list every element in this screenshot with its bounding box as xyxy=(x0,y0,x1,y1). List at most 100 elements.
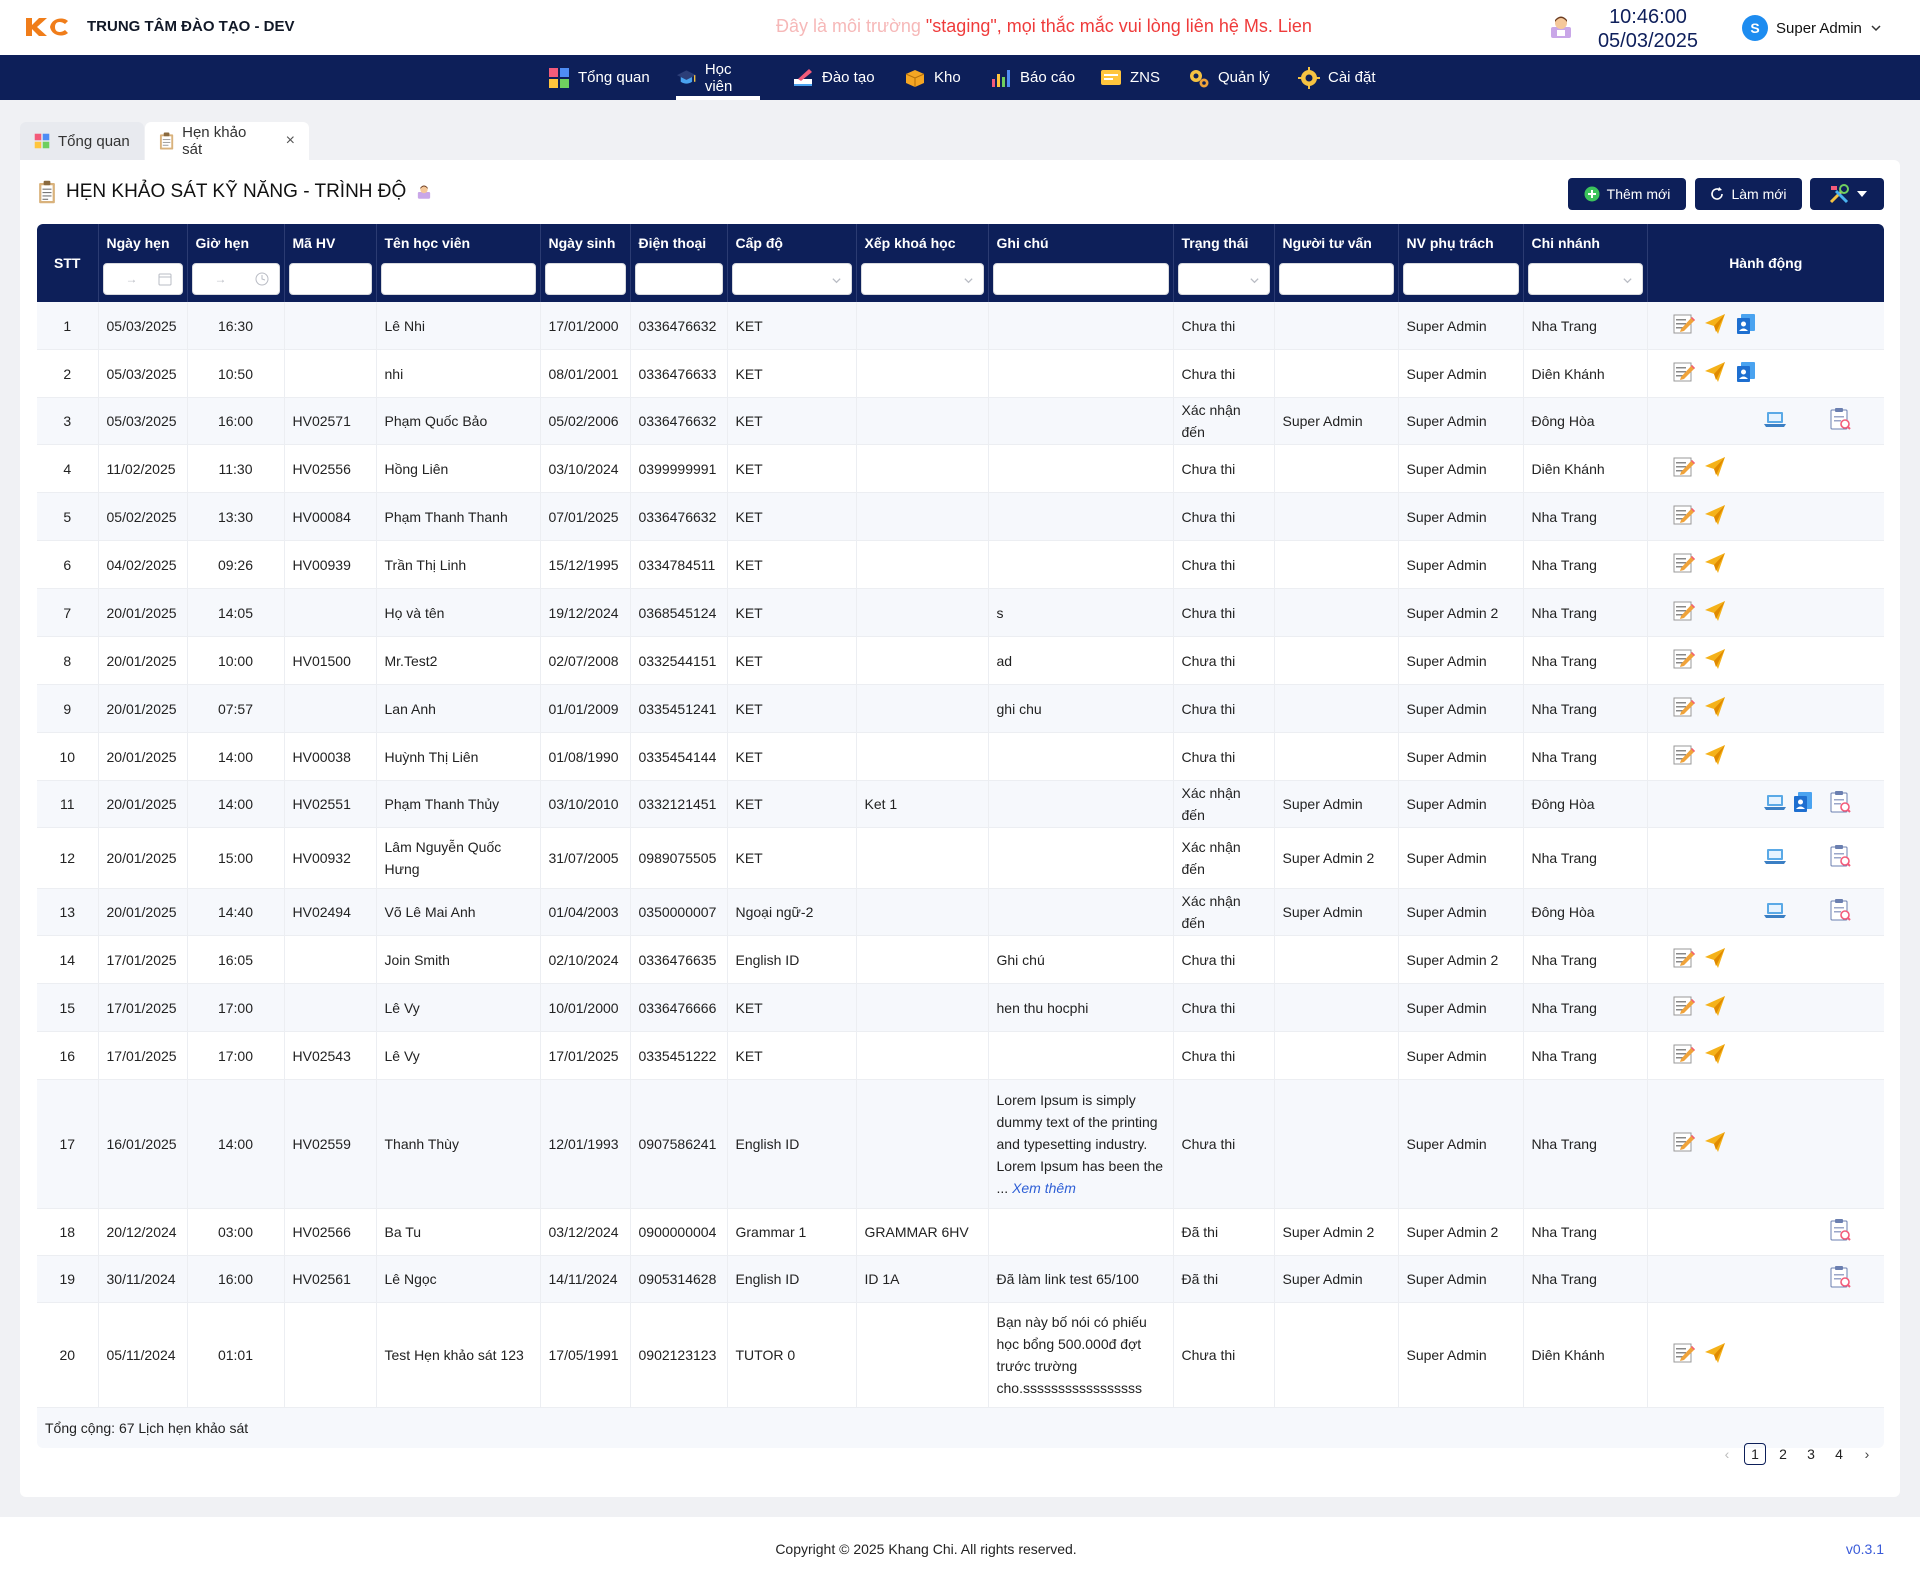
edit-icon[interactable] xyxy=(1672,599,1696,623)
date-range-filter[interactable]: → xyxy=(102,263,183,295)
send-icon[interactable] xyxy=(1703,551,1727,575)
edit-icon[interactable] xyxy=(1672,1130,1696,1154)
logo[interactable] xyxy=(24,16,72,38)
page-button[interactable]: 3 xyxy=(1800,1443,1822,1465)
table-row[interactable]: 18 20/12/2024 03:00 HV02566 Ba Tu 03/12/2024 0… xyxy=(37,1208,1884,1256)
send-icon[interactable] xyxy=(1703,743,1727,767)
table-row[interactable]: 14 17/01/2025 16:05 Join Smith 02/10/2024 033… xyxy=(37,935,1884,984)
edit-icon[interactable] xyxy=(1672,1341,1696,1365)
send-icon[interactable] xyxy=(1703,1042,1727,1066)
table-row[interactable]: 4 11/02/2025 11:30 HV02556 Hồng Liên 03/10/20… xyxy=(37,444,1884,493)
edit-icon[interactable] xyxy=(1672,994,1696,1018)
send-icon[interactable] xyxy=(1703,994,1727,1018)
table-row[interactable]: 15 17/01/2025 17:00 Lê Vy 10/01/2000 03364766… xyxy=(37,983,1884,1032)
dob-filter-input[interactable] xyxy=(544,263,626,295)
nav-item-zns[interactable]: ZNS xyxy=(1100,55,1160,100)
column-header-status[interactable]: Trạng thái xyxy=(1173,224,1275,262)
report-icon[interactable] xyxy=(1828,1265,1852,1289)
status-filter-select[interactable] xyxy=(1177,263,1270,295)
column-header-date[interactable]: Ngày hẹn xyxy=(98,224,188,262)
nav-item-overview[interactable]: Tổng quan xyxy=(548,55,650,100)
column-header-code[interactable]: Mã HV xyxy=(284,224,377,262)
consultant-filter-input[interactable] xyxy=(1278,263,1394,295)
assign-icon[interactable] xyxy=(1734,360,1758,384)
column-header-staff[interactable]: NV phụ trách xyxy=(1398,224,1524,262)
nav-item-training[interactable]: Đào tạo xyxy=(792,55,875,100)
table-row[interactable]: 13 20/01/2025 14:40 HV02494 Võ Lê Mai Anh 01/… xyxy=(37,888,1884,936)
assign-icon[interactable] xyxy=(1734,312,1758,336)
table-row[interactable]: 7 20/01/2025 14:05 Họ và tên 19/12/2024 03685… xyxy=(37,588,1884,637)
course-filter-select[interactable] xyxy=(860,263,984,295)
table-row[interactable]: 9 20/01/2025 07:57 Lan Anh 01/01/2009 0335451… xyxy=(37,684,1884,733)
send-icon[interactable] xyxy=(1703,695,1727,719)
refresh-button[interactable]: Làm mới xyxy=(1695,178,1802,210)
note-filter-input[interactable] xyxy=(992,263,1169,295)
edit-icon[interactable] xyxy=(1672,312,1696,336)
column-header-consultant[interactable]: Người tư vấn xyxy=(1274,224,1399,262)
column-header-course[interactable]: Xếp khoá học xyxy=(856,224,989,262)
table-row[interactable]: 20 05/11/2024 01:01 Test Hẹn khảo sát 123 17… xyxy=(37,1302,1884,1408)
column-header-level[interactable]: Cấp độ xyxy=(727,224,857,262)
page-button[interactable]: 1 xyxy=(1744,1443,1766,1465)
branch-filter-select[interactable] xyxy=(1527,263,1643,295)
table-row[interactable]: 11 20/01/2025 14:00 HV02551 Phạm Thanh Thủy 0… xyxy=(37,780,1884,828)
table-row[interactable]: 19 30/11/2024 16:00 HV02561 Lê Ngọc 14/11/202… xyxy=(37,1255,1884,1303)
edit-icon[interactable] xyxy=(1672,743,1696,767)
table-row[interactable]: 6 04/02/2025 09:26 HV00939 Trần Thị Linh 15/1… xyxy=(37,540,1884,589)
tab-survey-appointment[interactable]: Hẹn khảo sát × xyxy=(145,122,309,160)
table-row[interactable]: 17 16/01/2025 14:00 HV02559 Thanh Thùy 12/01/… xyxy=(37,1079,1884,1209)
table-row[interactable]: 10 20/01/2025 14:00 HV00038 Huỳnh Thị Liên 01… xyxy=(37,732,1884,781)
send-icon[interactable] xyxy=(1703,946,1727,970)
report-icon[interactable] xyxy=(1828,1218,1852,1242)
assign-icon[interactable] xyxy=(1791,790,1815,814)
column-header-phone[interactable]: Điện thoại xyxy=(630,224,728,262)
edit-icon[interactable] xyxy=(1672,1042,1696,1066)
edit-icon[interactable] xyxy=(1672,455,1696,479)
see-more-link[interactable]: Xem thêm xyxy=(1012,1180,1076,1196)
prev-page-button[interactable]: ‹ xyxy=(1716,1443,1738,1465)
table-row[interactable]: 5 05/02/2025 13:30 HV00084 Phạm Thanh Thanh 0… xyxy=(37,492,1884,541)
send-icon[interactable] xyxy=(1703,360,1727,384)
send-icon[interactable] xyxy=(1703,312,1727,336)
send-icon[interactable] xyxy=(1703,647,1727,671)
phone-filter-input[interactable] xyxy=(634,263,723,295)
nav-item-management[interactable]: Quản lý xyxy=(1188,55,1270,100)
page-button[interactable]: 2 xyxy=(1772,1443,1794,1465)
edit-icon[interactable] xyxy=(1672,551,1696,575)
edit-icon[interactable] xyxy=(1672,946,1696,970)
edit-icon[interactable] xyxy=(1672,647,1696,671)
edit-icon[interactable] xyxy=(1672,360,1696,384)
nav-item-settings[interactable]: Cài đặt xyxy=(1298,55,1376,100)
edit-icon[interactable] xyxy=(1672,503,1696,527)
column-header-name[interactable]: Tên học viên xyxy=(376,224,541,262)
time-range-filter[interactable]: → xyxy=(191,263,280,295)
report-icon[interactable] xyxy=(1828,898,1852,922)
name-filter-input[interactable] xyxy=(380,263,536,295)
table-row[interactable]: 1 05/03/2025 16:30 Lê Nhi 17/01/2000 03364766… xyxy=(37,302,1884,350)
table-row[interactable]: 8 20/01/2025 10:00 HV01500 Mr.Test2 02/07/200… xyxy=(37,636,1884,685)
staff-filter-input[interactable] xyxy=(1402,263,1519,295)
report-icon[interactable] xyxy=(1828,790,1852,814)
tools-dropdown-button[interactable] xyxy=(1810,178,1884,210)
column-header-dob[interactable]: Ngày sinh xyxy=(540,224,631,262)
notification-avatar-icon[interactable] xyxy=(1548,14,1574,40)
send-icon[interactable] xyxy=(1703,503,1727,527)
column-header-note[interactable]: Ghi chú xyxy=(988,224,1174,262)
tab-overview[interactable]: Tổng quan xyxy=(20,122,144,160)
laptop-icon[interactable] xyxy=(1763,844,1787,868)
column-header-branch[interactable]: Chi nhánh xyxy=(1523,224,1648,262)
nav-item-reports[interactable]: Báo cáo xyxy=(990,55,1075,100)
report-icon[interactable] xyxy=(1828,844,1852,868)
add-new-button[interactable]: Thêm mới xyxy=(1568,178,1686,210)
edit-icon[interactable] xyxy=(1672,695,1696,719)
level-filter-select[interactable] xyxy=(731,263,852,295)
close-icon[interactable]: × xyxy=(286,132,295,150)
laptop-icon[interactable] xyxy=(1763,790,1787,814)
send-icon[interactable] xyxy=(1703,1341,1727,1365)
nav-item-students[interactable]: Học viên xyxy=(676,55,760,100)
page-button[interactable]: 4 xyxy=(1828,1443,1850,1465)
laptop-icon[interactable] xyxy=(1763,407,1787,431)
laptop-icon[interactable] xyxy=(1763,898,1787,922)
send-icon[interactable] xyxy=(1703,599,1727,623)
send-icon[interactable] xyxy=(1703,1130,1727,1154)
